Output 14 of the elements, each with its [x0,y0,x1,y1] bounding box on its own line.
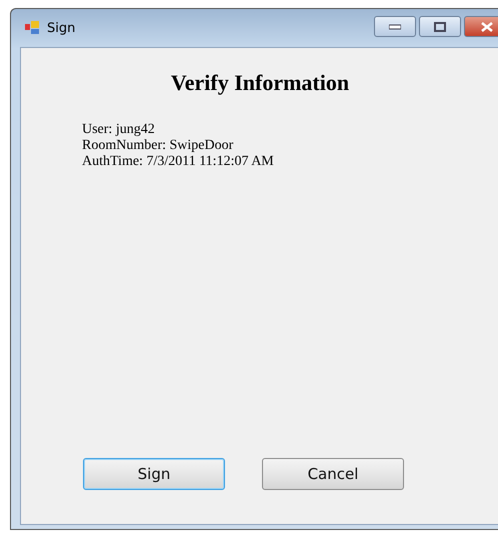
minimize-icon [389,24,401,30]
info-line: User: jung42 [82,122,156,138]
maximize-button[interactable] [419,16,461,37]
window-title: Sign [47,20,76,36]
dialog-heading: Verify Information [170,70,350,96]
dialog-button[interactable]: Cancel [262,458,404,490]
maximize-icon [434,22,446,32]
dialog-button[interactable]: Sign [83,458,225,490]
info-line: AuthTime: 7/3/2011 11:12:07 AM [82,154,275,170]
close-icon [481,22,493,32]
app-icon [25,21,41,35]
info-line: RoomNumber: SwipeDoor [82,138,234,154]
minimize-button[interactable] [374,16,416,37]
close-button[interactable] [464,16,498,37]
